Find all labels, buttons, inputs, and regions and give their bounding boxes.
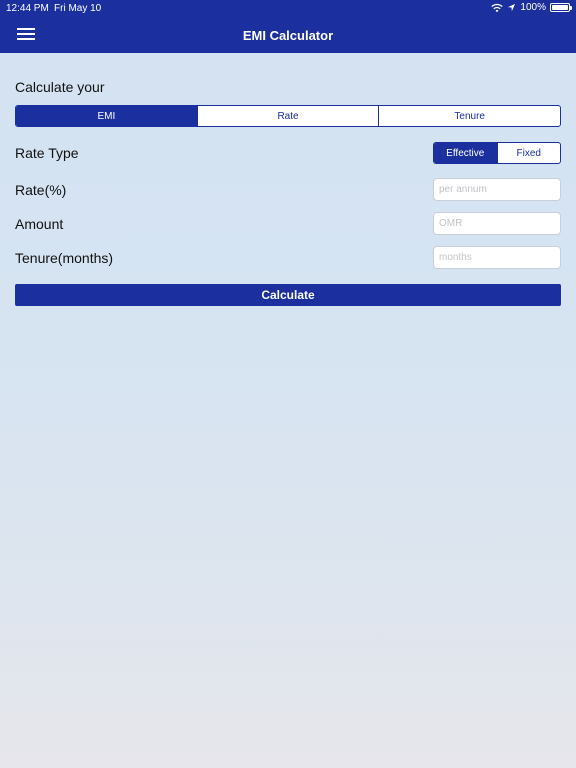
app-header: 12:44 PM Fri May 10 100% EMI Calculator (0, 0, 576, 53)
rate-type-fixed[interactable]: Fixed (498, 143, 561, 163)
rate-type-segmented-control: Effective Fixed (433, 142, 561, 164)
battery-percent: 100% (520, 2, 546, 13)
amount-input[interactable] (433, 212, 561, 235)
status-date: Fri May 10 (54, 3, 102, 14)
tab-tenure[interactable]: Tenure (379, 106, 560, 126)
rate-label: Rate(%) (15, 182, 67, 198)
calculate-your-label: Calculate your (15, 79, 105, 95)
amount-label: Amount (15, 216, 64, 232)
tenure-input[interactable] (433, 246, 561, 269)
rate-type-effective[interactable]: Effective (434, 143, 498, 163)
wifi-icon (491, 3, 504, 12)
rate-type-label: Rate Type (15, 145, 79, 161)
tab-emi[interactable]: EMI (16, 106, 198, 126)
tab-rate[interactable]: Rate (198, 106, 380, 126)
location-arrow-icon (508, 3, 516, 12)
page-title: EMI Calculator (242, 28, 334, 43)
status-time: 12:44 PM (6, 3, 49, 14)
rate-input[interactable] (433, 178, 561, 201)
battery-icon (550, 3, 572, 12)
status-bar: 12:44 PM Fri May 10 100% (0, 0, 576, 16)
status-indicators: 100% (491, 2, 572, 13)
tenure-label: Tenure(months) (15, 250, 114, 266)
calculate-button[interactable]: Calculate (15, 284, 561, 306)
calculate-mode-segmented-control: EMI Rate Tenure (15, 105, 561, 127)
